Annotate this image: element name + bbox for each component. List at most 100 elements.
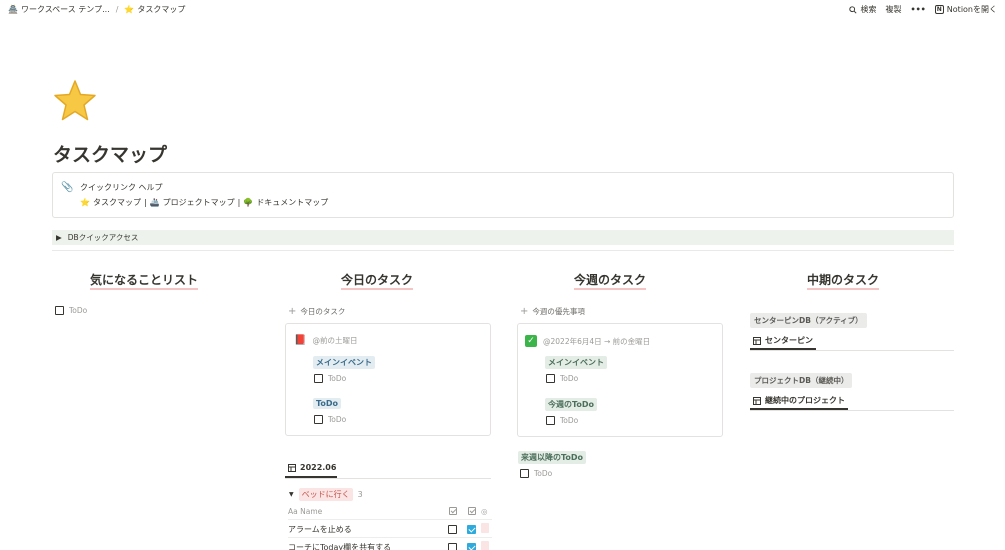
row-checkbox-1[interactable] xyxy=(443,524,462,534)
db-view-tab-ongoing-projects[interactable]: 継続中のプロジェクト xyxy=(753,395,845,406)
todo-text[interactable]: ToDo xyxy=(560,416,578,425)
checkbox-checked[interactable] xyxy=(467,524,476,534)
todo-checkbox[interactable] xyxy=(55,306,64,315)
row-checkbox-1[interactable] xyxy=(443,542,462,550)
top-actions: 検索 複製 ••• N Notionを開く xyxy=(849,4,997,15)
open-in-notion-button[interactable]: N Notionを開く xyxy=(934,4,997,15)
workspace-icon: 🏯 xyxy=(8,4,18,14)
table-row[interactable]: コーチにToday欄を共有する xyxy=(288,539,492,550)
select-chip xyxy=(481,523,489,533)
breadcrumb-workspace[interactable]: 🏯 ワークスペース テンプ... xyxy=(8,4,110,15)
table-row[interactable]: アラームを止める xyxy=(288,521,492,538)
todo-text[interactable]: ToDo xyxy=(69,306,87,315)
link-task-map[interactable]: タスクマップ xyxy=(93,197,141,208)
row-checkbox-2[interactable] xyxy=(462,542,481,550)
star-icon: ⭐ xyxy=(124,4,135,14)
callout-heading: クイックリンク ヘルプ xyxy=(80,183,163,192)
row-select-chip[interactable] xyxy=(481,541,489,550)
column-title-today: 今日のタスク xyxy=(285,271,469,290)
column-title-text: 今週のタスク xyxy=(573,273,646,290)
db-view-tab-centerpin[interactable]: センターピン xyxy=(753,335,813,346)
breadcrumb: 🏯 ワークスペース テンプ... / ⭐ タスクマップ xyxy=(8,4,185,15)
checkbox-property-icon xyxy=(467,507,476,515)
todo-item: ToDo xyxy=(55,306,87,315)
column-title-text: 中期のタスク xyxy=(806,273,879,290)
select-chip xyxy=(481,541,489,550)
date-mention-row: ✓ @2022年6月4日 → 前の金曜日 xyxy=(525,335,650,347)
tree-icon: 🌳 xyxy=(243,197,254,207)
todo-checkbox[interactable] xyxy=(520,469,529,478)
group-header-bed[interactable]: ▼ ベッドに行く 3 xyxy=(289,488,363,501)
callout-links: ⭐ タスクマップ | 🚢 プロジェクトマップ | 🌳 ドキュメントマップ xyxy=(80,197,328,208)
heading-todo: ToDo xyxy=(313,398,342,409)
date-mention[interactable]: @前の土曜日 xyxy=(312,335,357,346)
todo-text[interactable]: ToDo xyxy=(328,374,346,383)
star-icon: ⭐ xyxy=(80,197,90,207)
column-title-mid-term: 中期のタスク xyxy=(751,271,935,290)
table-icon xyxy=(753,396,761,405)
db-label-project: プロジェクトDB（継続中） xyxy=(750,373,853,388)
plus-icon: + xyxy=(520,305,529,317)
search-icon xyxy=(849,5,857,14)
todo-item: ToDo xyxy=(546,416,578,425)
todo-checkbox[interactable] xyxy=(546,416,555,425)
heading-label: 今週のToDo xyxy=(545,398,598,411)
todo-text[interactable]: ToDo xyxy=(534,469,552,478)
link-separator: | xyxy=(143,198,147,207)
column-header-label: Name xyxy=(300,506,323,516)
page-title[interactable]: タスクマップ xyxy=(53,140,167,167)
add-button-label: 今日のタスク xyxy=(300,307,346,316)
more-options-button[interactable]: ••• xyxy=(910,5,925,14)
group-toggle-icon[interactable]: ▼ xyxy=(289,491,294,498)
todo-checkbox[interactable] xyxy=(314,415,323,424)
divider xyxy=(52,250,954,251)
add-weekly-priority-button[interactable]: + 今週の優先事項 xyxy=(520,306,585,317)
row-name[interactable]: コーチにToday欄を共有する xyxy=(288,542,443,550)
more-icon: ••• xyxy=(910,5,926,14)
checkbox-property-icon xyxy=(448,507,457,515)
link-project-map[interactable]: プロジェクトマップ xyxy=(163,197,235,208)
duplicate-button[interactable]: 複製 xyxy=(885,4,901,15)
checkbox[interactable] xyxy=(448,524,457,534)
db-quick-access-toggle[interactable]: ▶ DBクイックアクセス xyxy=(52,230,954,245)
db-view-label: 2022.06 xyxy=(300,463,337,472)
column-header-check-1[interactable] xyxy=(443,507,462,515)
row-select-chip[interactable] xyxy=(481,523,489,535)
column-title-text: 気になることリスト xyxy=(89,273,198,290)
select-property-icon: ◎ xyxy=(481,506,488,516)
column-title-text: 今日のタスク xyxy=(340,273,413,290)
heading-weekly-todo: 今週のToDo xyxy=(545,398,598,411)
heading-label: ToDo xyxy=(313,398,342,409)
todo-text[interactable]: ToDo xyxy=(328,415,346,424)
db-separator xyxy=(750,350,954,351)
column-header-name[interactable]: Aa Name xyxy=(288,507,443,516)
db-label-centerpin: センターピンDB（アクティブ） xyxy=(750,313,867,328)
link-document-map[interactable]: ドキュメントマップ xyxy=(256,197,328,208)
column-header-select[interactable]: ◎ xyxy=(481,507,489,516)
checkbox[interactable] xyxy=(448,542,457,550)
date-mention[interactable]: @2022年6月4日 → 前の金曜日 xyxy=(543,336,650,347)
todo-checkbox[interactable] xyxy=(546,374,555,383)
breadcrumb-current-page[interactable]: ⭐ タスクマップ xyxy=(124,4,185,15)
table-icon xyxy=(753,336,761,345)
heading-label: 来週以降のToDo xyxy=(518,451,587,464)
todo-item: ToDo xyxy=(314,374,346,383)
breadcrumb-separator: / xyxy=(115,5,119,14)
row-checkbox-2[interactable] xyxy=(462,524,481,534)
todo-item: ToDo xyxy=(314,415,346,424)
row-name[interactable]: アラームを止める xyxy=(288,524,443,535)
breadcrumb-current-label: タスクマップ xyxy=(137,5,186,14)
column-title-this-week: 今週のタスク xyxy=(518,271,702,290)
checkbox-checked[interactable] xyxy=(467,542,476,550)
todo-text[interactable]: ToDo xyxy=(560,374,578,383)
add-today-task-button[interactable]: + 今日のタスク xyxy=(288,306,345,317)
heading-label: メインイベント xyxy=(545,356,607,369)
todo-checkbox[interactable] xyxy=(314,374,323,383)
page-icon[interactable] xyxy=(52,78,98,124)
notion-logo-icon: N xyxy=(934,5,944,14)
db-view-tab-2022-06[interactable]: 2022.06 xyxy=(288,463,336,472)
todo-item: ToDo xyxy=(520,469,552,478)
toggle-arrow-icon[interactable]: ▶ xyxy=(56,233,62,242)
column-header-check-2[interactable] xyxy=(462,507,481,515)
search-button[interactable]: 検索 xyxy=(849,4,876,15)
